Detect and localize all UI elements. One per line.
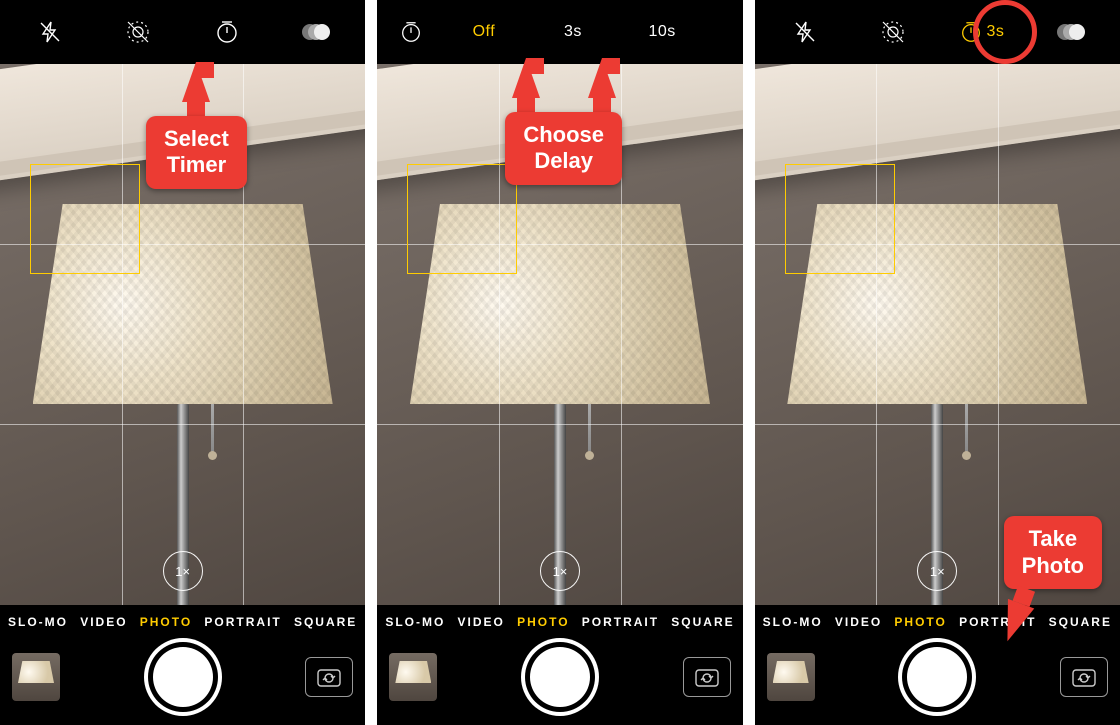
mode-video[interactable]: VIDEO xyxy=(78,611,129,633)
mode-selector[interactable]: SLO-MO VIDEO PHOTO PORTRAIT SQUARE xyxy=(0,605,365,633)
mode-portrait[interactable]: PORTRAIT xyxy=(202,611,283,633)
callout-label: Take Photo xyxy=(1004,516,1102,589)
shutter-button[interactable] xyxy=(525,642,595,712)
screen-2: Off 3s 10s 1× SLO-MO VIDEO PHOTO PORTRAI… xyxy=(377,0,742,725)
timer-icon[interactable] xyxy=(214,19,240,45)
screen-3: 3s 1× SLO-MO VIDEO PHOTO PORTRAIT S xyxy=(755,0,1120,725)
camera-top-bar: 3s xyxy=(755,0,1120,64)
timer-option-10s[interactable]: 10s xyxy=(648,23,675,41)
switch-camera-button[interactable] xyxy=(683,657,731,697)
flash-off-icon[interactable] xyxy=(38,20,62,44)
zoom-button[interactable]: 1× xyxy=(163,551,203,591)
mode-video[interactable]: VIDEO xyxy=(456,611,507,633)
callout-select-timer: Select Timer xyxy=(146,62,247,189)
switch-camera-button[interactable] xyxy=(305,657,353,697)
mode-video[interactable]: VIDEO xyxy=(833,611,884,633)
last-photo-thumbnail[interactable] xyxy=(389,653,437,701)
timer-icon[interactable] xyxy=(399,20,423,44)
mode-slomo[interactable]: SLO-MO xyxy=(761,611,825,633)
tutorial-three-up: 1× SLO-MO VIDEO PHOTO PORTRAIT SQUARE Se… xyxy=(0,0,1120,725)
mode-photo[interactable]: PHOTO xyxy=(892,611,948,633)
mode-selector[interactable]: SLO-MO VIDEO PHOTO PORTRAIT SQUARE xyxy=(377,605,742,633)
callout-label: Choose Delay xyxy=(505,112,622,185)
focus-indicator xyxy=(785,164,895,274)
timer-value: 3s xyxy=(987,23,1005,41)
focus-indicator xyxy=(30,164,140,274)
last-photo-thumbnail[interactable] xyxy=(767,653,815,701)
camera-bottom-bar: SLO-MO VIDEO PHOTO PORTRAIT SQUARE xyxy=(377,605,742,725)
focus-indicator xyxy=(407,164,517,274)
mode-slomo[interactable]: SLO-MO xyxy=(383,611,447,633)
camera-top-bar xyxy=(0,0,365,64)
timer-active-icon[interactable]: 3s xyxy=(959,20,1005,44)
filters-icon[interactable] xyxy=(1055,20,1085,44)
mode-square[interactable]: SQUARE xyxy=(669,611,736,633)
shutter-button[interactable] xyxy=(148,642,218,712)
callout-choose-delay: Choose Delay xyxy=(505,58,622,185)
camera-bottom-bar: SLO-MO VIDEO PHOTO PORTRAIT SQUARE xyxy=(0,605,365,725)
camera-top-bar: Off 3s 10s xyxy=(377,0,742,64)
timer-option-3s[interactable]: 3s xyxy=(564,23,582,41)
filters-icon[interactable] xyxy=(300,20,330,44)
zoom-button[interactable]: 1× xyxy=(540,551,580,591)
screen-1: 1× SLO-MO VIDEO PHOTO PORTRAIT SQUARE Se… xyxy=(0,0,365,725)
flash-off-icon[interactable] xyxy=(793,20,817,44)
last-photo-thumbnail[interactable] xyxy=(12,653,60,701)
live-photo-off-icon[interactable] xyxy=(879,18,907,46)
timer-option-off[interactable]: Off xyxy=(473,23,496,41)
mode-slomo[interactable]: SLO-MO xyxy=(6,611,70,633)
shutter-button[interactable] xyxy=(902,642,972,712)
mode-portrait[interactable]: PORTRAIT xyxy=(580,611,661,633)
callout-label: Select Timer xyxy=(146,116,247,189)
live-photo-off-icon[interactable] xyxy=(124,18,152,46)
switch-camera-button[interactable] xyxy=(1060,657,1108,697)
mode-photo[interactable]: PHOTO xyxy=(138,611,194,633)
mode-photo[interactable]: PHOTO xyxy=(515,611,571,633)
mode-square[interactable]: SQUARE xyxy=(292,611,359,633)
callout-take-photo: Take Photo xyxy=(1004,516,1102,643)
zoom-button[interactable]: 1× xyxy=(917,551,957,591)
